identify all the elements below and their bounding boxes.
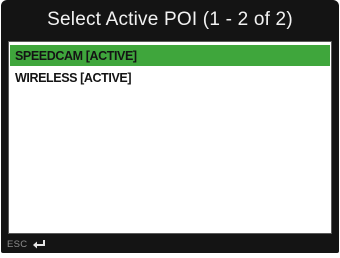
device-screen: Select Active POI (1 - 2 of 2) SPEEDCAM …	[1, 0, 339, 253]
list-item-wireless[interactable]: WIRELESS [ACTIVE]	[10, 67, 330, 88]
list-item-speedcam[interactable]: SPEEDCAM [ACTIVE]	[10, 45, 330, 66]
list-item-label: SPEEDCAM [ACTIVE]	[15, 48, 137, 63]
list-item-label: WIRELESS [ACTIVE]	[15, 70, 132, 85]
enter-return-icon	[31, 238, 47, 250]
esc-button[interactable]: ESC	[7, 237, 47, 251]
poi-list[interactable]: SPEEDCAM [ACTIVE] WIRELESS [ACTIVE]	[8, 41, 332, 234]
dialog-title: Select Active POI (1 - 2 of 2)	[47, 9, 293, 30]
esc-label: ESC	[7, 238, 28, 250]
